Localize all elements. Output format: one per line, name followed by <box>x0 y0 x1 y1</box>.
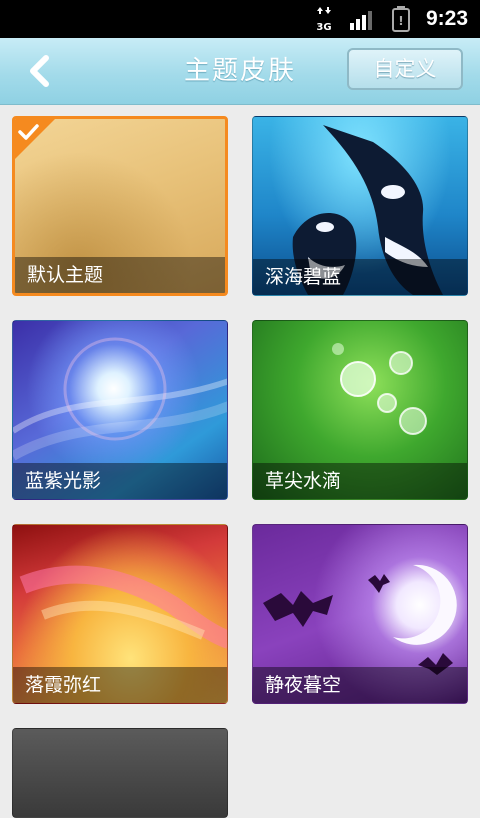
status-bar: 3G ! 9:23 <box>0 0 480 38</box>
customize-button[interactable]: 自定义 <box>347 48 463 90</box>
theme-card-leaf-drop[interactable]: 草尖水滴 <box>252 320 468 500</box>
title-bar: 主题皮肤 自定义 <box>0 38 480 105</box>
clock-time: 9:23 <box>426 7 469 30</box>
theme-label: 落霞弥红 <box>25 674 102 696</box>
selected-check-icon <box>15 119 55 159</box>
theme-label: 蓝紫光影 <box>25 470 102 492</box>
theme-card-deep-sea[interactable]: 深海碧蓝 <box>252 116 468 296</box>
theme-card-default[interactable]: 默认主题 <box>12 116 228 296</box>
theme-card-dark[interactable] <box>12 728 228 818</box>
signal-strength-icon <box>350 11 372 30</box>
theme-label: 草尖水滴 <box>265 470 342 492</box>
theme-label: 深海碧蓝 <box>265 266 342 288</box>
svg-text:!: ! <box>398 14 403 28</box>
theme-card-sunset[interactable]: 落霞弥红 <box>12 524 228 704</box>
theme-label: 默认主题 <box>27 264 104 286</box>
battery-icon: ! <box>392 6 410 32</box>
theme-card-blue-purple[interactable]: 蓝紫光影 <box>12 320 228 500</box>
svg-text:3G: 3G <box>316 22 331 32</box>
theme-label: 静夜暮空 <box>265 674 342 696</box>
network-3g-icon: 3G <box>316 7 332 32</box>
theme-card-night[interactable]: 静夜暮空 <box>252 524 468 704</box>
